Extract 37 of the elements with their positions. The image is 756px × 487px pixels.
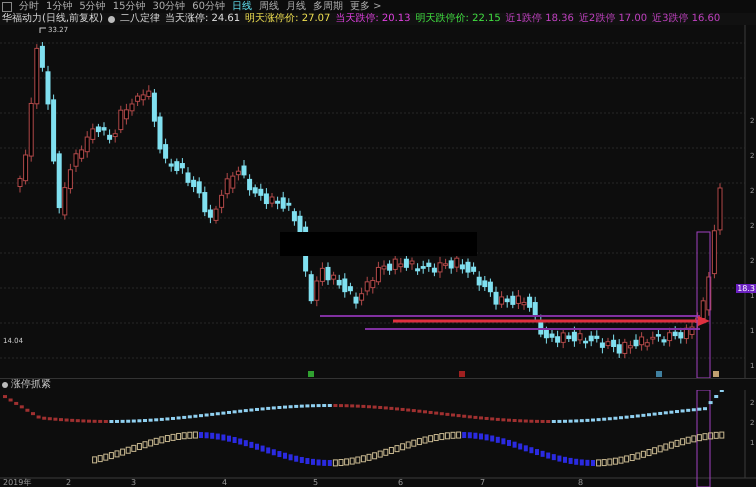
period-tab[interactable]: 15分钟: [112, 0, 146, 12]
period-tab[interactable]: 日线: [232, 0, 252, 12]
period-tab[interactable]: 30分钟: [152, 0, 186, 12]
price-reading: 当天涨停: 24.61: [164, 13, 240, 25]
date-label: 8: [578, 478, 584, 487]
settings-icon[interactable]: [108, 16, 115, 22]
date-label: 5: [313, 478, 318, 487]
price-reading: 明天涨停价: 27.07: [245, 13, 330, 25]
calendar-icon[interactable]: [2, 2, 12, 12]
indicator-name: 涨停抓紧: [11, 379, 51, 390]
date-label: 4: [222, 478, 228, 487]
period-tab[interactable]: 多周期: [312, 0, 343, 12]
date-label: 6: [398, 478, 404, 487]
price-reading: 当天跌停: 20.13: [335, 13, 411, 25]
period-tab[interactable]: 分时: [19, 0, 39, 12]
period-tab[interactable]: 月线: [286, 0, 306, 12]
signal-marker: [713, 371, 719, 377]
date-label: 3: [131, 478, 136, 487]
settings-icon[interactable]: [2, 382, 8, 388]
signal-marker: [656, 371, 662, 377]
price-reading: 近2跌停 17.00: [578, 13, 648, 25]
period-tab[interactable]: 60分钟: [192, 0, 225, 12]
signal-marker: [459, 371, 465, 377]
period-tab[interactable]: 5分钟: [79, 0, 106, 12]
stock-title: 华福动力(日线,前复权): [2, 13, 103, 25]
date-label: 2019年: [3, 478, 32, 487]
indicator-name: 二八定律: [120, 13, 160, 25]
period-tab[interactable]: 1分钟: [46, 0, 72, 12]
price-reading: 近1跌停 18.36: [506, 13, 574, 25]
price-reading: 近3跌停 16.60: [652, 13, 720, 25]
signal-marker: [308, 371, 314, 377]
price-reading: 明天跌停价: 22.15: [416, 13, 501, 25]
period-tab[interactable]: 周线: [258, 0, 279, 12]
date-label: 2: [66, 478, 72, 487]
period-tab[interactable]: 更多 >: [350, 0, 382, 12]
date-label: 7: [480, 478, 486, 487]
price-tag: 18.3: [736, 284, 756, 293]
